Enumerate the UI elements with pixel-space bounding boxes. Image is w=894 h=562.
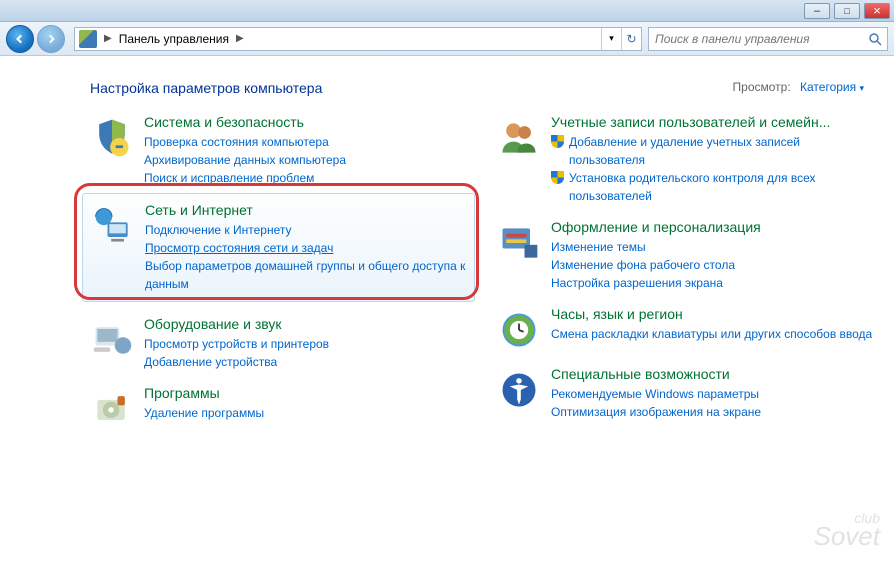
appearance-icon [497,221,541,265]
security-icon [90,116,134,160]
right-column: Учетные записи пользователей и семейн...… [497,114,874,445]
breadcrumb-root[interactable]: Панель управления [115,32,233,46]
category-hardware: Оборудование и звук Просмотр устройств и… [90,316,467,371]
link-check-status[interactable]: Проверка состояния компьютера [144,133,467,151]
link-homegroup[interactable]: Выбор параметров домашней группы и общег… [145,257,466,293]
category-title[interactable]: Учетные записи пользователей и семейн... [551,114,874,130]
link-uninstall[interactable]: Удаление программы [144,404,467,422]
category-network: Сеть и Интернет Подключение к Интернету … [91,202,466,293]
accessibility-icon [497,368,541,412]
category-security: Система и безопасность Проверка состояни… [90,114,467,187]
content-area: Настройка параметров компьютера Просмотр… [0,56,894,562]
link-troubleshoot[interactable]: Поиск и исправление проблем [144,169,467,187]
left-column: Система и безопасность Проверка состояни… [90,114,467,445]
maximize-button[interactable]: □ [834,3,860,19]
forward-button[interactable] [37,25,65,53]
link-change-theme[interactable]: Изменение темы [551,238,874,256]
minimize-button[interactable]: – [804,3,830,19]
category-title[interactable]: Оборудование и звук [144,316,467,332]
control-panel-icon [79,30,97,48]
link-connect-internet[interactable]: Подключение к Интернету [145,221,466,239]
category-title[interactable]: Оформление и персонализация [551,219,874,235]
link-optimize-display[interactable]: Оптимизация изображения на экране [551,403,874,421]
nav-toolbar: ▶ Панель управления ▶ ▾ ↻ [0,22,894,56]
link-change-wallpaper[interactable]: Изменение фона рабочего стола [551,256,874,274]
hardware-icon [90,318,134,362]
link-backup[interactable]: Архивирование данных компьютера [144,151,467,169]
search-box[interactable] [648,27,888,51]
category-title[interactable]: Часы, язык и регион [551,306,874,322]
category-title[interactable]: Система и безопасность [144,114,467,130]
refresh-button[interactable]: ↻ [621,28,641,50]
category-title[interactable]: Сеть и Интернет [145,202,466,218]
category-users: Учетные записи пользователей и семейн...… [497,114,874,205]
category-title[interactable]: Специальные возможности [551,366,874,382]
breadcrumb-bar[interactable]: ▶ Панель управления ▶ ▾ ↻ [74,27,642,51]
link-screen-resolution[interactable]: Настройка разрешения экрана [551,274,874,292]
users-icon [497,116,541,160]
link-add-remove-accounts[interactable]: Добавление и удаление учетных записей по… [551,133,874,169]
link-keyboard-layout[interactable]: Смена раскладки клавиатуры или других сп… [551,325,874,343]
search-icon[interactable] [863,32,887,46]
title-bar: – □ × [0,0,894,22]
chevron-right-icon[interactable]: ▶ [101,33,115,44]
link-recommended-settings[interactable]: Рекомендуемые Windows параметры [551,385,874,403]
search-input[interactable] [649,32,863,46]
view-options: Просмотр: Категория ▾ [733,80,864,94]
clock-icon [497,308,541,352]
link-network-status[interactable]: Просмотр состояния сети и задач [145,239,466,257]
category-programs: Программы Удаление программы [90,385,467,431]
view-label: Просмотр: [733,80,791,94]
close-button[interactable]: × [864,3,890,19]
category-appearance: Оформление и персонализация Изменение те… [497,219,874,292]
programs-icon [90,387,134,431]
link-devices-printers[interactable]: Просмотр устройств и принтеров [144,335,467,353]
category-title[interactable]: Программы [144,385,467,401]
back-button[interactable] [6,25,34,53]
breadcrumb-dropdown-button[interactable]: ▾ [601,28,621,50]
chevron-right-icon[interactable]: ▶ [233,33,247,44]
view-dropdown[interactable]: Категория ▾ [800,80,864,94]
category-clock: Часы, язык и регион Смена раскладки клав… [497,306,874,352]
network-icon [91,204,135,248]
link-add-device[interactable]: Добавление устройства [144,353,467,371]
category-accessibility: Специальные возможности Рекомендуемые Wi… [497,366,874,421]
link-parental-control[interactable]: Установка родительского контроля для все… [551,169,874,205]
